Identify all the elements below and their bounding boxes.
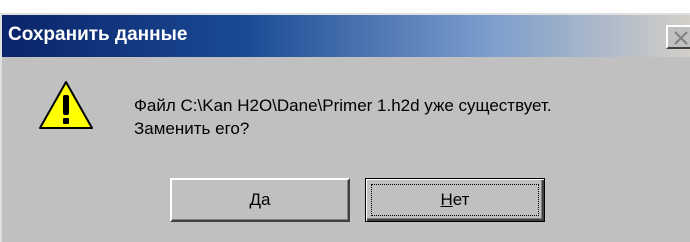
no-button-mnemonic: Н [440, 190, 453, 209]
no-button[interactable]: Нет [365, 178, 545, 222]
dialog-title: Сохранить данные [8, 24, 188, 45]
message-line-file-exists: Файл C:\Kan H2O\Dane\Primer 1.h2d уже су… [134, 96, 552, 115]
close-button[interactable] [666, 25, 690, 49]
yes-button-mnemonic: Д [249, 190, 262, 209]
no-button-label: ет [452, 190, 470, 209]
save-data-dialog: Сохранить данные Файл C:\Kan H2O\Dane\Pr… [0, 13, 690, 242]
warning-icon [39, 81, 93, 129]
message-text: Файл C:\Kan H2O\Dane\Primer 1.h2d уже су… [134, 94, 552, 140]
title-bar[interactable]: Сохранить данные [2, 15, 690, 57]
message-line-replace-question: Заменить его? [134, 119, 250, 138]
close-icon [674, 31, 688, 45]
yes-button-label: а [261, 190, 271, 209]
yes-button[interactable]: Да [170, 178, 350, 222]
